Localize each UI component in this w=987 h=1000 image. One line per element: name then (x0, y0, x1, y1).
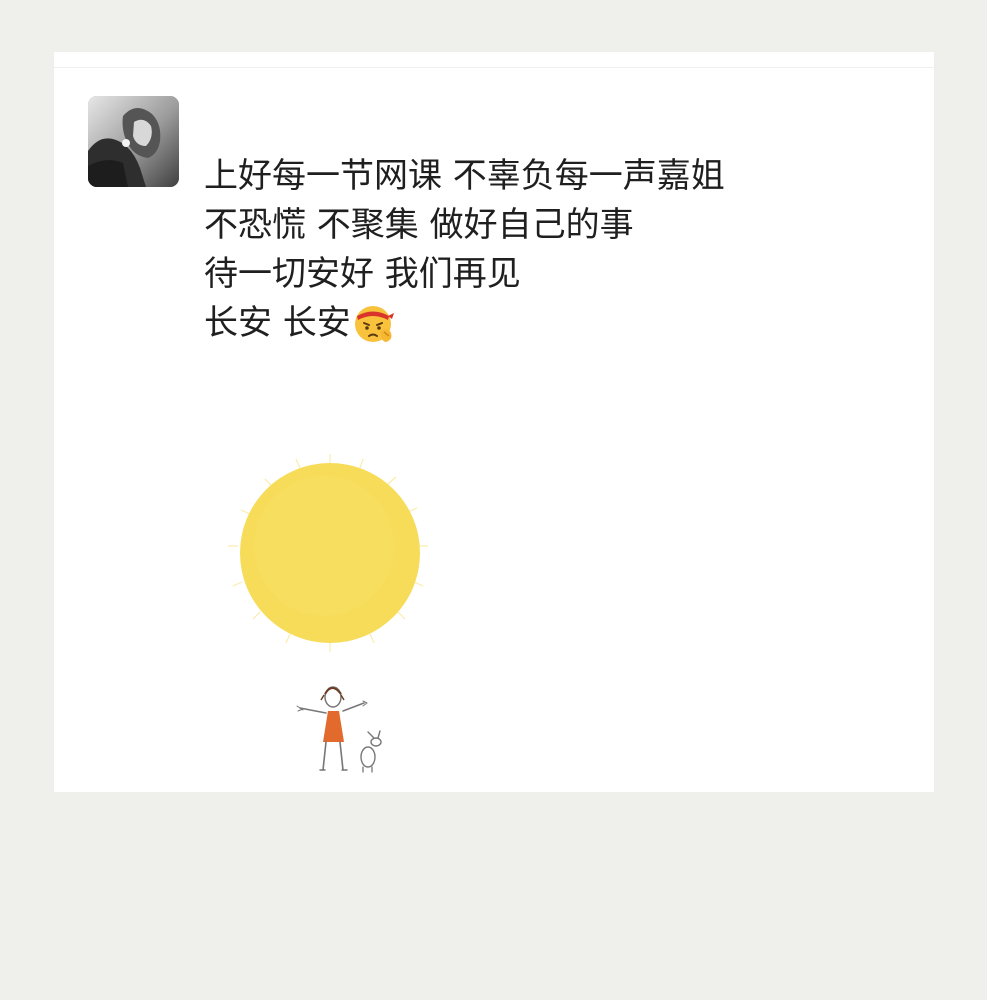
rabbit-icon (360, 730, 382, 773)
post-line-4-text: 长安 长安 (204, 303, 351, 343)
divider (54, 67, 934, 68)
girl-icon (296, 686, 368, 771)
sun-icon (228, 454, 428, 652)
post-line-4: 长安 长安 (204, 299, 884, 348)
post-line-2: 不恐慌 不聚集 做好自己的事 (204, 205, 634, 245)
post-line-3: 待一切安好 我们再见 (204, 254, 521, 294)
post-line-1: 上好每一节网课 不辜负每一声嘉姐 (204, 156, 725, 196)
determined-emoji-icon (353, 303, 395, 345)
moment-card: 上好每一节网课 不辜负每一声嘉姐 不恐慌 不聚集 做好自己的事 待一切安好 我们… (54, 52, 934, 792)
sun-girl-rabbit-icon (228, 454, 428, 773)
post-image[interactable] (212, 450, 572, 780)
avatar[interactable] (88, 96, 179, 187)
avatar-photo-icon (88, 96, 179, 187)
post-text: 上好每一节网课 不辜负每一声嘉姐 不恐慌 不聚集 做好自己的事 待一切安好 我们… (204, 152, 884, 348)
